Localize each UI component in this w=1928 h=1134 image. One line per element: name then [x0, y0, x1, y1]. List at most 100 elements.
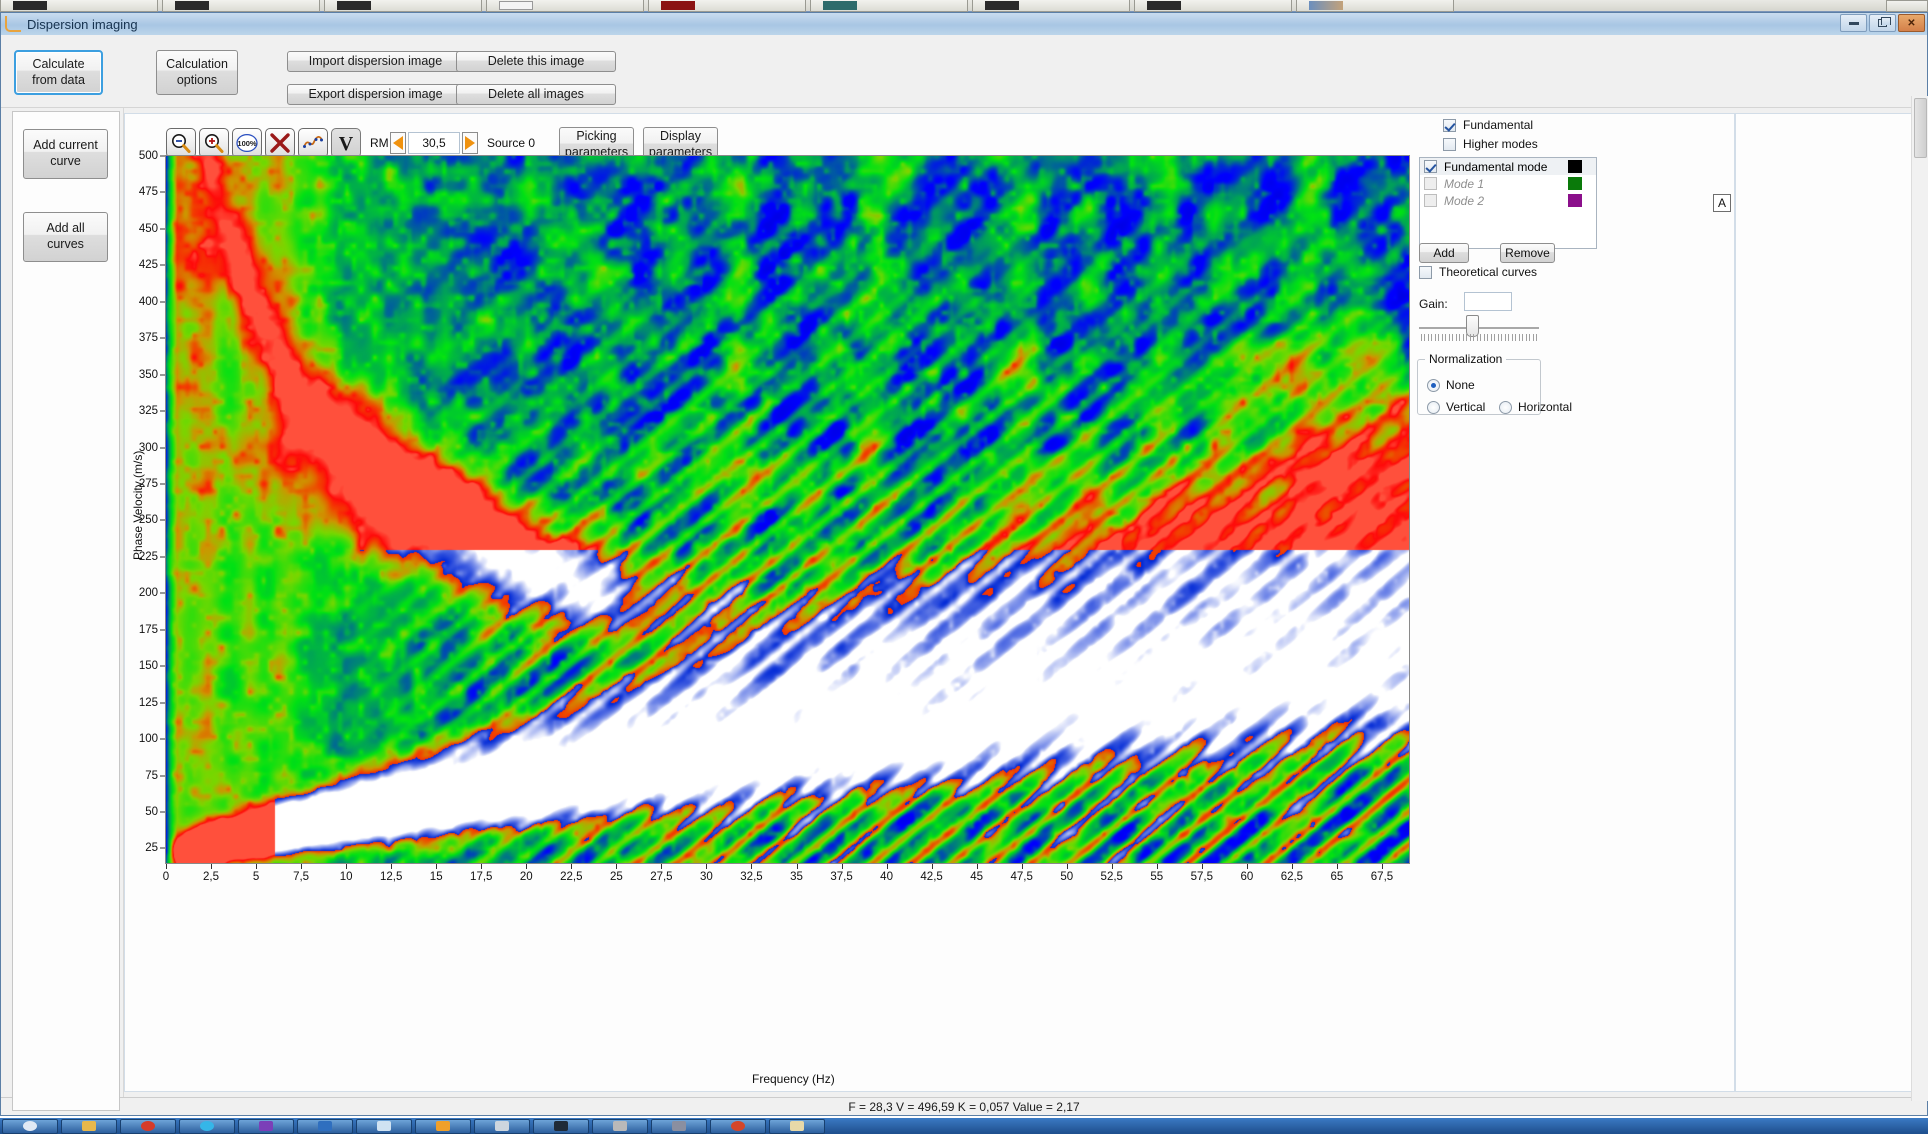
mode-checkbox[interactable]	[1424, 160, 1437, 173]
mode-checkbox[interactable]	[1424, 194, 1437, 207]
taskbar-thumbnail[interactable]	[972, 0, 1130, 12]
rm-value-input[interactable]: 30,5	[408, 132, 460, 154]
calculation-options-button[interactable]: Calculation options	[156, 50, 238, 95]
taskbar-button[interactable]	[238, 1118, 294, 1134]
taskbar-thumbnail[interactable]	[810, 0, 968, 12]
delete-x-glyph	[270, 133, 290, 153]
mode-list[interactable]: Fundamental mode Mode 1 Mode 2	[1419, 157, 1597, 249]
taskbar-thumbnail[interactable]	[486, 0, 644, 12]
taskbar-button[interactable]	[769, 1118, 825, 1134]
taskbar-thumbnail[interactable]	[1134, 0, 1292, 12]
import-dispersion-image-button[interactable]: Import dispersion image	[287, 51, 464, 72]
minimize-button[interactable]	[1840, 14, 1867, 32]
y-tick-mark	[160, 191, 165, 193]
theoretical-curves-checkbox[interactable]	[1419, 265, 1432, 279]
vertical-scrollbar[interactable]	[1911, 96, 1928, 1101]
y-tick-label: 250	[138, 514, 158, 527]
gain-input[interactable]	[1464, 292, 1512, 311]
taskbar-button[interactable]	[356, 1118, 412, 1134]
y-tick-mark	[160, 483, 165, 485]
normalization-vertical-radio[interactable]	[1427, 400, 1440, 414]
y-tick-label: 400	[138, 295, 158, 308]
mode-list-item[interactable]: Fundamental mode	[1420, 158, 1596, 175]
taskbar-button[interactable]	[651, 1118, 707, 1134]
taskbar-button[interactable]	[415, 1118, 471, 1134]
y-tick-label: 500	[138, 150, 158, 162]
normalization-vertical-row[interactable]: Vertical	[1427, 400, 1485, 414]
delete-x-icon[interactable]	[265, 128, 295, 158]
axis-corner-marker[interactable]: A	[1713, 194, 1731, 212]
taskbar-thumbnail[interactable]	[162, 0, 320, 12]
vertical-scrollbar-thumb[interactable]	[1914, 98, 1927, 158]
mode-label: Mode 1	[1444, 176, 1485, 191]
mode-color-swatch[interactable]	[1568, 177, 1582, 190]
delete-all-images-button[interactable]: Delete all images	[456, 84, 616, 105]
mode-checkbox[interactable]	[1424, 177, 1437, 190]
x-tick-mark	[346, 864, 348, 869]
zoom-out-icon[interactable]	[166, 128, 196, 158]
mode-list-item[interactable]: Mode 1	[1420, 175, 1596, 192]
normalization-horizontal-row[interactable]: Horizontal	[1499, 400, 1572, 414]
fundamental-checkbox-row[interactable]: Fundamental	[1443, 118, 1533, 132]
y-tick-label: 350	[138, 368, 158, 381]
remove-mode-button[interactable]: Remove	[1500, 243, 1555, 263]
thumbnail-preview	[175, 1, 209, 10]
taskbar-thumbnail[interactable]	[1296, 0, 1454, 12]
mode-color-swatch[interactable]	[1568, 160, 1582, 173]
add-mode-button[interactable]: Add	[1419, 243, 1469, 263]
gain-slider-ticks	[1421, 334, 1537, 341]
taskbar-button[interactable]	[533, 1118, 589, 1134]
close-button[interactable]: ✕	[1898, 14, 1925, 32]
rm-increment-button[interactable]	[462, 132, 478, 154]
app-icon	[495, 1121, 509, 1131]
taskbar-button[interactable]	[710, 1118, 766, 1134]
x-tick-label: 57,5	[1190, 871, 1214, 883]
taskbar-thumbnail[interactable]	[324, 0, 482, 12]
add-all-curves-button[interactable]: Add all curves	[23, 212, 108, 262]
gain-tick	[1455, 334, 1457, 341]
title-bar: Dispersion imaging ✕	[1, 13, 1927, 35]
higher-modes-checkbox-row[interactable]: Higher modes	[1443, 137, 1538, 151]
restore-button[interactable]	[1869, 14, 1896, 32]
normalization-horizontal-radio[interactable]	[1499, 400, 1512, 414]
x-tick-mark	[481, 864, 483, 869]
gain-slider-track[interactable]	[1419, 327, 1539, 329]
curve-icon	[5, 16, 21, 32]
taskbar-button[interactable]	[120, 1118, 176, 1134]
higher-modes-checkbox[interactable]	[1443, 137, 1456, 151]
dispersion-heatmap[interactable]	[166, 156, 1409, 863]
taskbar-button[interactable]	[61, 1118, 117, 1134]
taskbar-button[interactable]	[179, 1118, 235, 1134]
rm-decrement-button[interactable]	[390, 132, 406, 154]
theoretical-curves-checkbox-row[interactable]: Theoretical curves	[1419, 265, 1537, 279]
taskbar-button[interactable]	[2, 1118, 58, 1134]
taskbar-thumbnail[interactable]	[0, 0, 158, 12]
mode-color-swatch[interactable]	[1568, 194, 1582, 207]
taskbar-thumbnail[interactable]	[648, 0, 806, 12]
y-tick-mark	[160, 738, 165, 740]
x-tick-label: 40	[880, 871, 893, 883]
source-label: Source 0	[487, 136, 536, 150]
taskbar-button[interactable]	[474, 1118, 530, 1134]
curve-pick-icon[interactable]	[298, 128, 328, 158]
calculate-from-data-button[interactable]: Calculate from data	[14, 50, 103, 95]
delete-this-image-button[interactable]: Delete this image	[456, 51, 616, 72]
heatmap-canvas[interactable]	[166, 156, 1409, 863]
y-tick-label: 425	[138, 259, 158, 272]
normalization-none-row[interactable]: None	[1427, 378, 1475, 392]
taskbar-button[interactable]	[592, 1118, 648, 1134]
normalization-legend: Normalization	[1425, 352, 1507, 366]
export-dispersion-image-button[interactable]: Export dispersion image	[287, 84, 464, 105]
x-tick-mark	[886, 864, 888, 869]
mode-list-item[interactable]: Mode 2	[1420, 192, 1596, 209]
taskbar-overflow[interactable]	[1886, 0, 1928, 12]
zoom-in-icon[interactable]	[199, 128, 229, 158]
add-current-curve-button[interactable]: Add current curve	[23, 129, 108, 179]
normalization-none-radio[interactable]	[1427, 378, 1440, 392]
gain-tick	[1494, 334, 1496, 341]
x-tick-label: 37,5	[830, 871, 853, 883]
taskbar-button[interactable]	[297, 1118, 353, 1134]
zoom-100-icon[interactable]: 100%	[232, 128, 262, 158]
v-tool-icon[interactable]: V	[331, 128, 361, 158]
fundamental-checkbox[interactable]	[1443, 118, 1456, 132]
